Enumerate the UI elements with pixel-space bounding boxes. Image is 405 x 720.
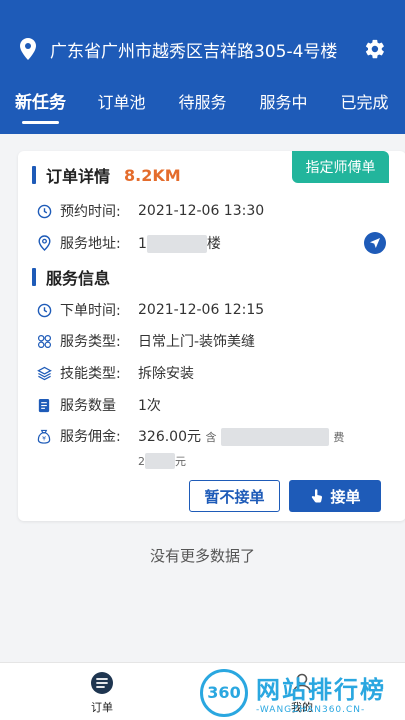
order-details-title: 订单详情	[46, 167, 111, 186]
nav-orders-label: 订单	[91, 701, 113, 714]
service-type-value: 日常上门-装饰美缝	[138, 334, 256, 350]
commission-note-redacted	[220, 428, 329, 446]
assigned-master-badge: 指定师傅单	[292, 151, 389, 183]
grid-flower-icon	[36, 333, 52, 349]
service-quantity-value: 1次	[138, 398, 161, 414]
money-bag-icon: ¥	[36, 428, 52, 444]
order-time-value: 2021-12-06 12:15	[138, 302, 265, 318]
distance-text: 8.2KM	[124, 165, 181, 185]
navigation-arrow-icon	[370, 238, 380, 248]
status-tabs: 新任务 订单池 待服务 服务中 已完成	[0, 88, 405, 124]
watermark-circle: 360	[200, 668, 248, 717]
commission-line2-redacted	[145, 453, 175, 469]
order-card[interactable]: 指定师傅单 订单详情 8.2KM 预约时间: 2021-12-06 13:30 …	[18, 151, 405, 521]
site-watermark-logo: 360 网站排行榜 -WANGZHAN360.CN-	[200, 665, 405, 720]
svg-text:¥: ¥	[42, 435, 46, 442]
current-location-text: 广东省广州市越秀区吉祥路305-4号楼	[50, 41, 338, 62]
commission-row: ¥ 服务佣金: 326.00元 含 费	[36, 424, 386, 448]
watermark-sub-text: -WANGZHAN360.CN-	[256, 705, 366, 715]
accept-hand-icon	[312, 489, 323, 503]
watermark-main-text: 网站排行榜	[256, 676, 386, 704]
location-pin-icon	[18, 37, 38, 61]
commission-detail-row: 2 元	[138, 449, 386, 473]
layers-icon	[36, 365, 52, 381]
commission-label: 服务佣金:	[60, 429, 121, 445]
service-info-title: 服务信息	[46, 269, 111, 288]
address-suffix: 楼	[206, 236, 221, 252]
address-redacted	[146, 235, 207, 253]
service-address-value: 1楼	[138, 233, 386, 253]
location-outline-icon	[36, 235, 52, 251]
section-accent-bar	[32, 166, 36, 184]
service-quantity-row: 服务数量 1次	[36, 393, 386, 417]
tab-completed[interactable]: 已完成	[324, 88, 405, 122]
appointment-time-value: 2021-12-06 13:30	[138, 203, 265, 219]
order-list-icon	[91, 672, 113, 694]
commission-line2-suffix: 元	[175, 455, 186, 468]
accept-order-label: 接单	[330, 487, 361, 506]
tab-order-pool[interactable]: 订单池	[81, 88, 162, 122]
tab-new-task[interactable]: 新任务	[0, 88, 81, 124]
tab-in-service[interactable]: 服务中	[243, 88, 324, 122]
nav-item-orders[interactable]: 订单	[82, 671, 122, 715]
service-address-row: 服务地址: 1楼	[36, 231, 386, 255]
reject-order-button[interactable]: 暂不接单	[189, 480, 280, 512]
service-quantity-label: 服务数量	[60, 398, 116, 414]
commission-note-prefix: 含	[205, 431, 217, 444]
service-address-label: 服务地址:	[60, 236, 121, 252]
no-more-data-text: 没有更多数据了	[149, 547, 255, 565]
order-details-heading: 订单详情 8.2KM	[32, 163, 181, 187]
header-bar: 广东省广州市越秀区吉祥路305-4号楼 新任务 订单池 待服务 服务中 已完成	[0, 0, 405, 134]
location-row[interactable]: 广东省广州市越秀区吉祥路305-4号楼	[18, 34, 387, 64]
order-time-row: 下单时间: 2021-12-06 12:15	[36, 298, 386, 322]
order-time-label: 下单时间:	[60, 303, 121, 319]
watermark-text: 网站排行榜 -WANGZHAN360.CN-	[256, 670, 386, 715]
clock-icon	[36, 203, 52, 219]
address-prefix: 1	[138, 236, 147, 252]
commission-value-group: 326.00元 含 费	[138, 426, 386, 446]
skill-type-label: 技能类型:	[60, 366, 121, 382]
navigate-button[interactable]	[364, 232, 386, 254]
commission-note-suffix: 费	[333, 431, 345, 444]
appointment-time-label: 预约时间:	[60, 204, 121, 220]
service-info-heading: 服务信息	[32, 265, 110, 289]
clock-icon	[36, 302, 52, 318]
service-type-row: 服务类型: 日常上门-装饰美缝	[36, 329, 386, 353]
tab-pending-service[interactable]: 待服务	[162, 88, 243, 122]
commission-line2-prefix: 2	[138, 454, 145, 468]
appointment-time-row: 预约时间: 2021-12-06 13:30	[36, 199, 386, 223]
list-document-icon	[36, 397, 52, 413]
skill-type-row: 技能类型: 拆除安装	[36, 361, 386, 385]
settings-gear-icon[interactable]	[363, 37, 387, 61]
commission-amount: 326.00元	[138, 429, 201, 445]
skill-type-value: 拆除安装	[138, 366, 194, 382]
service-type-label: 服务类型:	[60, 334, 121, 350]
section-accent-bar	[32, 268, 36, 286]
accept-order-button[interactable]: 接单	[289, 480, 381, 512]
